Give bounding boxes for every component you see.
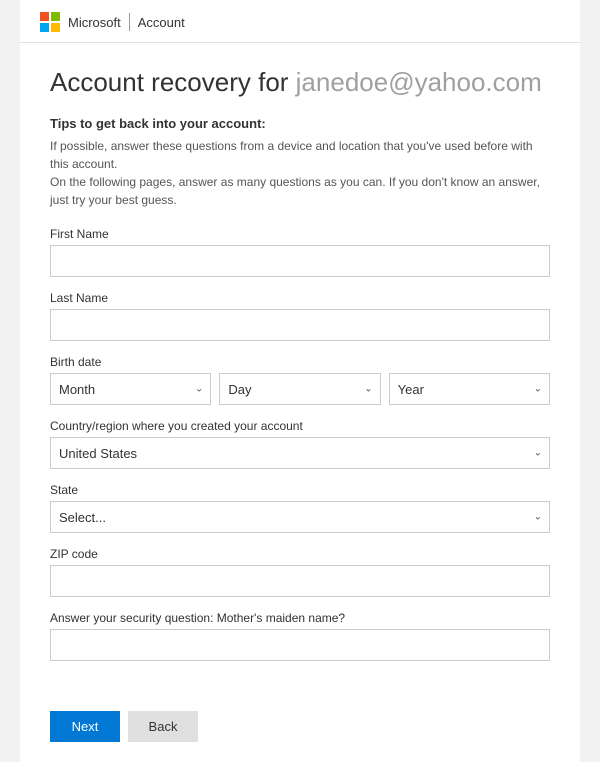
year-select[interactable]: Year <box>389 373 550 405</box>
tips-heading: Tips to get back into your account: <box>50 116 550 131</box>
security-question-group: Answer your security question: Mother's … <box>50 611 550 661</box>
brand-name: Microsoft <box>68 15 121 30</box>
country-wrapper: United States ⌄ <box>50 437 550 469</box>
year-wrapper: Year ⌄ <box>389 373 550 405</box>
footer-buttons: Next Back <box>20 695 580 762</box>
header-section: Account <box>138 15 185 30</box>
tips-section: Tips to get back into your account: If p… <box>50 116 550 209</box>
logo-yellow <box>51 23 60 32</box>
day-select[interactable]: Day 1234 5678 9101112 13141516 17181920 … <box>219 373 380 405</box>
last-name-input[interactable] <box>50 309 550 341</box>
title-prefix: Account recovery for <box>50 67 296 97</box>
account-recovery-form: First Name Last Name Birth date Month Ja… <box>50 227 550 661</box>
main-content: Account recovery for janedoe@yahoo.com T… <box>20 43 580 695</box>
tips-body: If possible, answer these questions from… <box>50 137 550 209</box>
state-label: State <box>50 483 550 497</box>
microsoft-logo <box>40 12 60 32</box>
header: Microsoft Account <box>20 0 580 43</box>
day-wrapper: Day 1234 5678 9101112 13141516 17181920 … <box>219 373 380 405</box>
tips-line1: If possible, answer these questions from… <box>50 139 533 171</box>
logo-green <box>51 12 60 21</box>
logo-blue <box>40 23 49 32</box>
first-name-group: First Name <box>50 227 550 277</box>
tips-line2: On the following pages, answer as many q… <box>50 175 540 207</box>
back-button[interactable]: Back <box>128 711 198 742</box>
zip-input[interactable] <box>50 565 550 597</box>
next-button[interactable]: Next <box>50 711 120 742</box>
security-answer-input[interactable] <box>50 629 550 661</box>
zip-label: ZIP code <box>50 547 550 561</box>
page-title: Account recovery for janedoe@yahoo.com <box>50 67 550 98</box>
header-divider <box>129 13 130 31</box>
last-name-label: Last Name <box>50 291 550 305</box>
country-group: Country/region where you created your ac… <box>50 419 550 469</box>
user-email: janedoe@yahoo.com <box>296 67 542 97</box>
birth-date-row: Month JanuaryFebruaryMarch AprilMayJune … <box>50 373 550 405</box>
state-group: State Select... ⌄ <box>50 483 550 533</box>
logo-red <box>40 12 49 21</box>
month-wrapper: Month JanuaryFebruaryMarch AprilMayJune … <box>50 373 211 405</box>
birth-date-group: Birth date Month JanuaryFebruaryMarch Ap… <box>50 355 550 405</box>
first-name-input[interactable] <box>50 245 550 277</box>
first-name-label: First Name <box>50 227 550 241</box>
zip-group: ZIP code <box>50 547 550 597</box>
last-name-group: Last Name <box>50 291 550 341</box>
state-select[interactable]: Select... <box>50 501 550 533</box>
country-label: Country/region where you created your ac… <box>50 419 550 433</box>
birth-date-label: Birth date <box>50 355 550 369</box>
month-select[interactable]: Month JanuaryFebruaryMarch AprilMayJune … <box>50 373 211 405</box>
state-wrapper: Select... ⌄ <box>50 501 550 533</box>
country-select[interactable]: United States <box>50 437 550 469</box>
